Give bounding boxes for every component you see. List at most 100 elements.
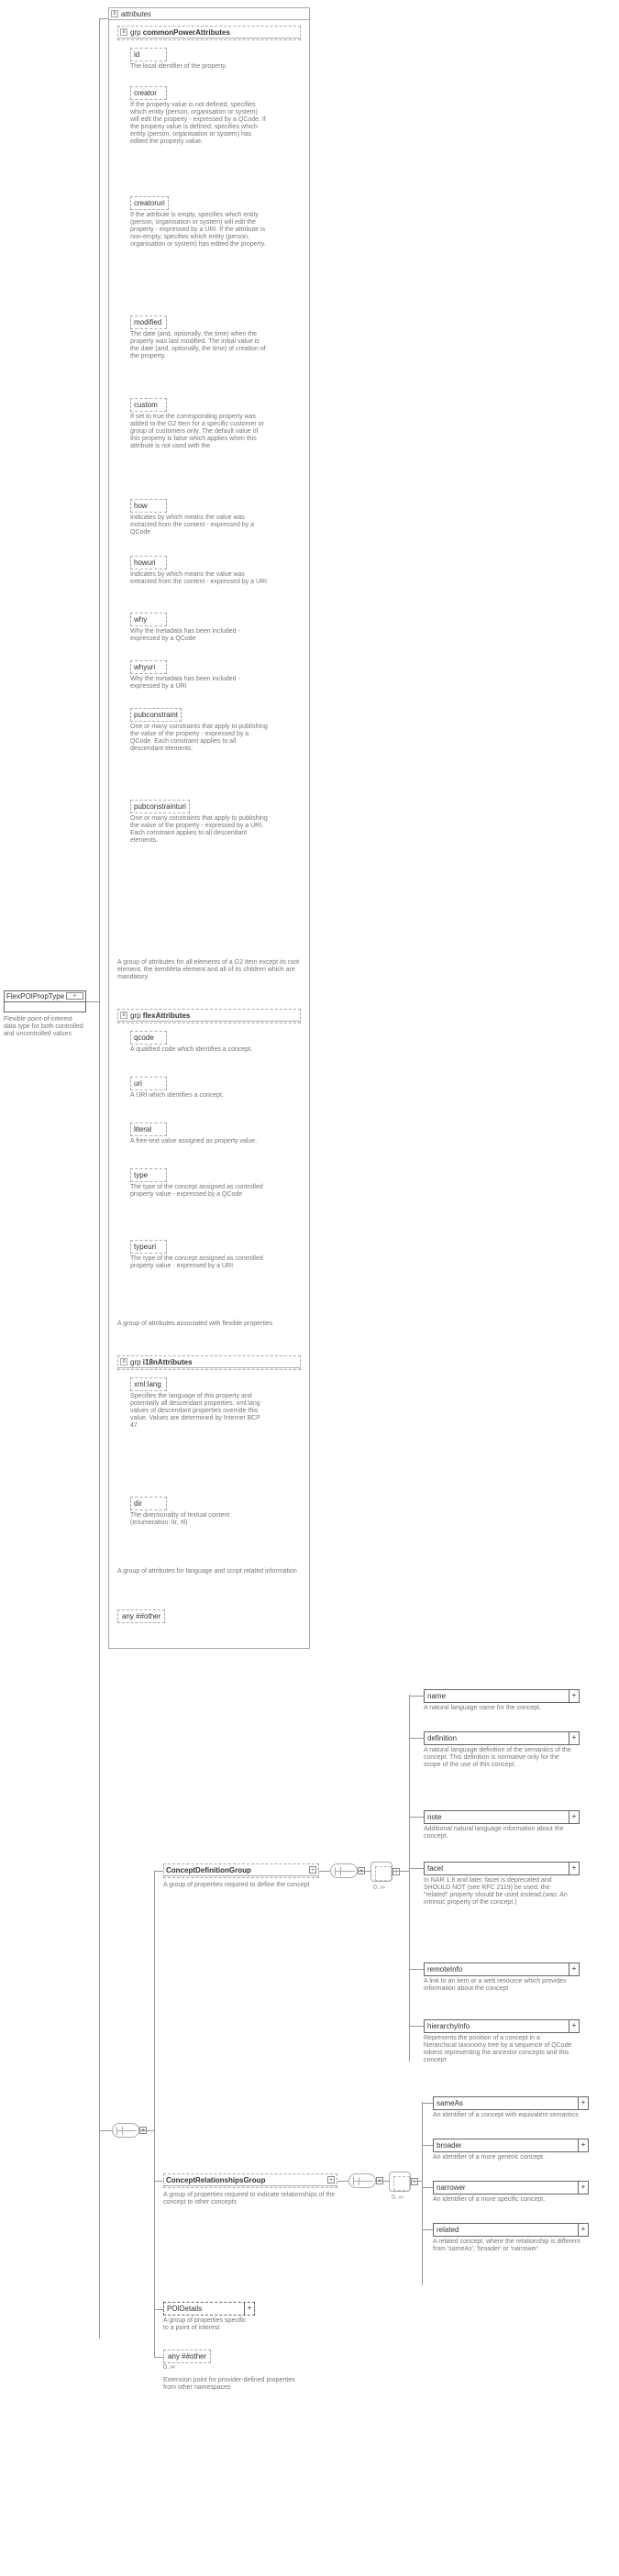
expand-icon[interactable]: +	[327, 2176, 335, 2184]
group-prefix: grp	[130, 1358, 141, 1366]
element-name: name	[425, 1690, 569, 1702]
connector-line	[376, 2181, 389, 2182]
connector-line	[392, 1871, 409, 1872]
attribute-name: id	[130, 48, 167, 61]
group-desc: A group of properties required to define…	[163, 1882, 319, 1889]
connector-line	[358, 1871, 370, 1872]
expand-icon[interactable]: +	[309, 1866, 316, 1874]
group-desc: A group of attributes for all elements o…	[117, 959, 301, 981]
group-i18n-attributes: ≡grp i18nAttributes	[117, 1355, 301, 1370]
attribute-name: type	[130, 1168, 167, 1182]
element-note: note+ Additional natural language informa…	[424, 1810, 580, 1841]
attribute-dir: dirThe directionality of textual content…	[130, 1497, 277, 1527]
expand-icon[interactable]: +	[579, 2139, 588, 2151]
connector-line	[422, 2145, 433, 2146]
attribute-desc: A free-text value assigned as property v…	[130, 1138, 268, 1145]
group-icon: ≡	[120, 28, 127, 36]
element-name: note	[425, 1811, 569, 1823]
attribute-name: how	[130, 499, 167, 513]
group-title: commonPowerAttributes	[143, 28, 230, 37]
attributes-label: attributes	[121, 10, 151, 18]
expand-icon[interactable]: +	[411, 2178, 418, 2185]
element-name: facet	[425, 1863, 569, 1874]
element-name: narrower	[434, 2182, 579, 2194]
root-type-name: FlexPOIPropType	[6, 992, 64, 1001]
attribute-desc: If the attribute is empty, specifies whi…	[130, 212, 268, 249]
attribute-name: custom	[130, 398, 167, 412]
expand-icon[interactable]: +	[392, 1868, 400, 1875]
attribute-qcode: qcodeA qualified code which identifies a…	[130, 1031, 277, 1054]
group-title: ConceptRelationshipsGroup	[166, 2176, 265, 2184]
group-concept-relationships: ConceptRelationshipsGroup +	[163, 2173, 337, 2188]
connector-line	[154, 2309, 163, 2310]
connector-line	[139, 2130, 154, 2131]
element-desc: Additional natural language information …	[424, 1826, 580, 1841]
expand-icon[interactable]: +	[569, 1811, 579, 1823]
expand-icon[interactable]: +	[569, 1963, 579, 1975]
attribute-xml-lang: xml:langSpecifies the language of this p…	[130, 1377, 277, 1430]
element-desc: Represents the position of a concept in …	[424, 2035, 580, 2064]
connector-line	[154, 2357, 163, 2358]
element-desc: An identifier of a more generic concept.	[433, 2154, 589, 2161]
element-narrower: narrower+ An identifier of a more specifi…	[433, 2181, 589, 2204]
connector-line	[409, 1868, 424, 1869]
attribute-desc: A qualified code which identifies a conc…	[130, 1046, 268, 1054]
sequence-compositor: +	[348, 2173, 376, 2188]
sequence-compositor: +	[112, 2123, 139, 2138]
expand-icon[interactable]: +	[569, 1732, 579, 1744]
attribute-desc: The date (and, optionally, the time) whe…	[130, 331, 268, 360]
expand-icon[interactable]: +	[569, 1863, 579, 1874]
attribute-name: xml:lang	[130, 1377, 167, 1391]
expand-icon[interactable]: +	[579, 2182, 588, 2194]
attribute-pubconstraint: pubconstraint One or many constraints tha…	[130, 708, 277, 753]
attribute-desc: The type of the concept assigned as cont…	[130, 1184, 268, 1199]
element-name: related	[434, 2224, 579, 2236]
connector-line	[409, 2026, 424, 2027]
element-desc: A related concept, where the relationshi…	[433, 2239, 589, 2253]
any-other-box: any ##other	[117, 1609, 165, 1623]
group-concept-definition: ConceptDefinitionGroup +	[163, 1863, 319, 1878]
attribute-desc: One or many constraints that apply to pu…	[130, 815, 268, 845]
group-flex-attributes: ≡grp flexAttributes	[117, 1009, 301, 1023]
expand-icon[interactable]: +	[569, 1690, 579, 1702]
attribute-desc: Why the metadata has been included - exp…	[130, 676, 268, 691]
expand-icon[interactable]: +	[245, 2303, 254, 2315]
any-other-box: any ##other	[163, 2349, 211, 2363]
element-name: remoteInfo	[425, 1963, 569, 1975]
expand-icon[interactable]: +	[66, 992, 83, 1000]
attribute-desc: A URI which identifies a concept.	[130, 1092, 268, 1100]
any-other-desc: Extension point for provider-defined pro…	[163, 2377, 301, 2392]
element-desc: In NAR 1.8 and later, facet is deprecate…	[424, 1877, 580, 1907]
cardinality-label: 0..∞	[392, 2195, 403, 2201]
group-icon: ≡	[120, 1358, 127, 1365]
expand-icon[interactable]: +	[569, 2020, 579, 2032]
attribute-name: howuri	[130, 556, 167, 569]
attribute-typeuri: typeuriThe type of the concept assigned …	[130, 1240, 277, 1270]
connector-line	[154, 2181, 163, 2182]
attribute-name: pubconstraint	[130, 708, 182, 722]
group-title: ConceptDefinitionGroup	[166, 1866, 251, 1874]
attribute-desc: The local identifier of the property.	[130, 63, 268, 71]
expand-icon[interactable]: +	[579, 2097, 588, 2109]
group-title: flexAttributes	[143, 1012, 191, 1020]
connector-line	[99, 18, 108, 19]
attribute-desc: One or many constraints that apply to pu…	[130, 724, 268, 753]
connector-line	[154, 1871, 155, 2357]
attribute-howuri: howuri Indicates by which means the value…	[130, 556, 277, 586]
attribute-desc: If set to true the corresponding propert…	[130, 414, 268, 450]
attribute-desc: Indicates by which means the value was e…	[130, 571, 268, 586]
group-prefix: grp	[130, 28, 141, 37]
expand-icon[interactable]: +	[579, 2224, 588, 2236]
connector-line	[411, 2181, 422, 2182]
group-desc: A group of attributes associated with fl…	[117, 1321, 301, 1328]
connector-line	[409, 1738, 424, 1739]
attribute-name: literal	[130, 1122, 167, 1136]
root-type-box: FlexPOIPropType+	[4, 990, 86, 1012]
element-desc: An identifier of a more specific concept…	[433, 2196, 589, 2204]
attribute-name: creator	[130, 86, 167, 100]
element-sameAs: sameAs+An identifier of a concept with e…	[433, 2096, 589, 2119]
cardinality-label: 0..∞	[373, 1885, 385, 1891]
connector-line	[422, 2187, 433, 2188]
connector-line	[409, 1695, 410, 2062]
connector-line	[99, 18, 100, 2338]
